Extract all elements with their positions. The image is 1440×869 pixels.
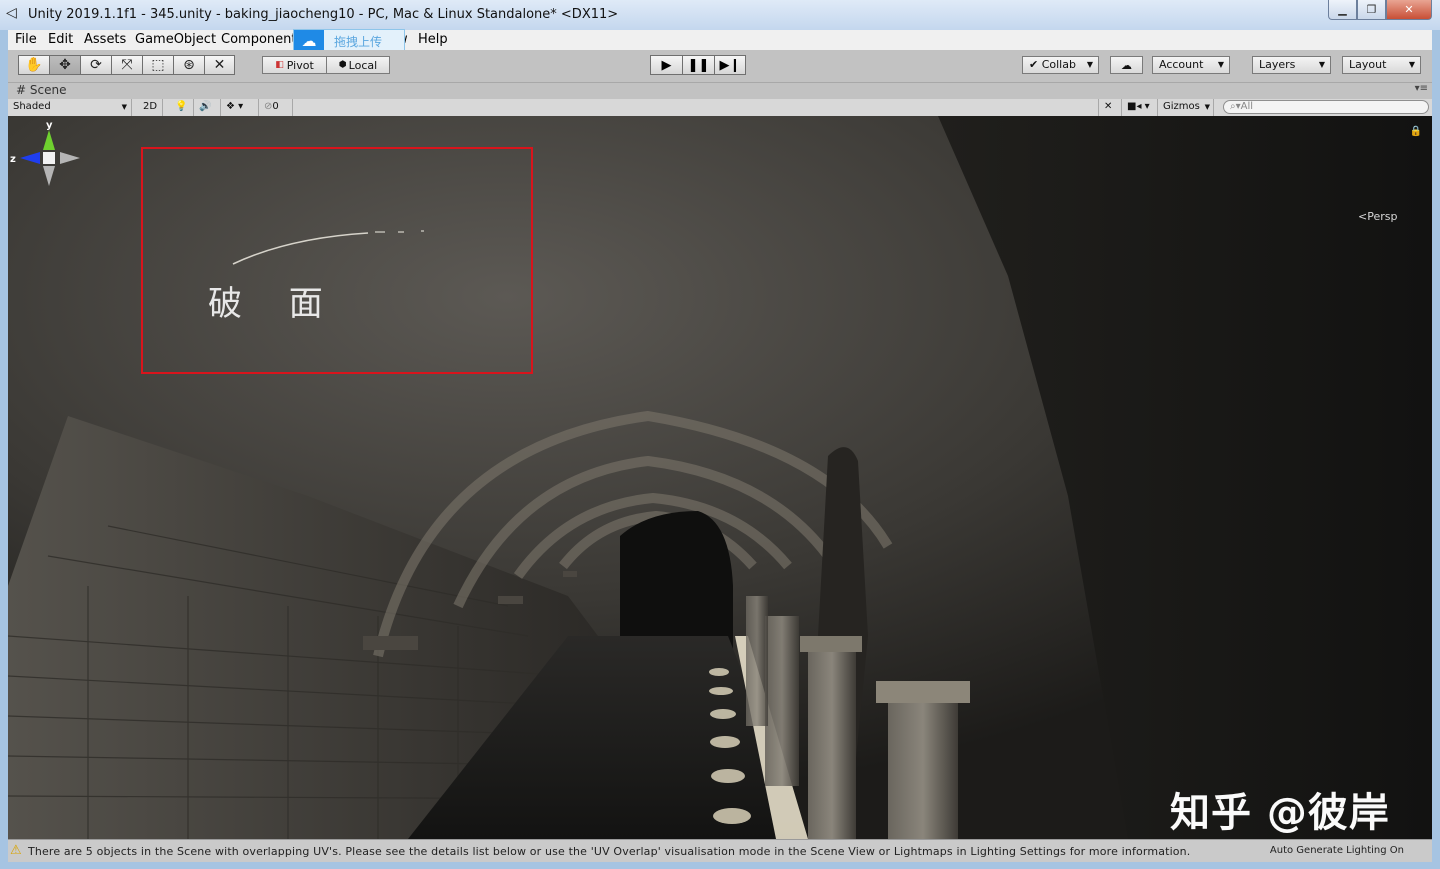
account-label: Account bbox=[1159, 58, 1204, 71]
local-toggle[interactable]: ⬢ Local bbox=[326, 56, 390, 74]
scene-viewport[interactable]: 破 面 y z 🔒 <Persp 知乎 @彼岸 bbox=[8, 116, 1432, 839]
annotation-box bbox=[141, 147, 533, 374]
warning-icon: ⚠ bbox=[10, 843, 22, 858]
scene-toolbar: Shaded ▼ 2D 💡 🔊 ❖ ▾ ⊘0 ✕ ■◂ ▾ Gizmos ▼ ⌕… bbox=[8, 99, 1432, 117]
shading-mode-dropdown[interactable]: Shaded ▼ bbox=[8, 99, 132, 116]
watermark: 知乎 @彼岸 bbox=[1170, 790, 1390, 836]
layout-label: Layout bbox=[1349, 58, 1387, 71]
dropdown-arrow-icon: ▼ bbox=[1318, 60, 1325, 69]
layers-label: Layers bbox=[1259, 58, 1296, 71]
gizmo-y-axis[interactable] bbox=[43, 130, 55, 150]
hidden-count: 0 bbox=[272, 101, 279, 112]
scale-tool-icon[interactable]: ⤧ bbox=[111, 55, 142, 75]
scene-search-placeholder: All bbox=[1240, 101, 1254, 112]
account-dropdown[interactable]: Account ▼ bbox=[1152, 56, 1230, 74]
tab-menu-icon[interactable]: ▾≡ bbox=[1415, 83, 1428, 94]
camera-dropdown-icon[interactable]: ■◂ ▾ bbox=[1122, 99, 1158, 116]
move-tool-icon[interactable]: ✥ bbox=[49, 55, 80, 75]
local-icon: ⬢ bbox=[338, 60, 347, 70]
dropdown-arrow-icon: ▼ bbox=[1086, 60, 1093, 69]
checkmark-icon: ✔ bbox=[1029, 58, 1039, 71]
scene-tab-label: Scene bbox=[29, 83, 67, 97]
rect-tool-icon[interactable]: ⬚ bbox=[142, 55, 173, 75]
menu-edit[interactable]: Edit bbox=[48, 32, 73, 47]
collab-label: Collab bbox=[1041, 58, 1076, 71]
scene-grid-icon: # bbox=[16, 83, 27, 97]
play-controls: ▶ ❚❚ ▶❙ bbox=[650, 55, 746, 75]
audio-toggle-icon[interactable]: 🔊 bbox=[194, 99, 221, 116]
play-icon[interactable]: ▶ bbox=[650, 55, 682, 75]
menu-file[interactable]: File bbox=[15, 32, 37, 47]
search-icon: ⌕▾ bbox=[1230, 101, 1241, 112]
lock-icon[interactable]: 🔒 bbox=[1410, 126, 1422, 137]
gizmos-label: Gizmos bbox=[1163, 101, 1200, 112]
menu-component[interactable]: Component bbox=[221, 32, 296, 47]
hand-tool-icon[interactable]: ✋ bbox=[18, 55, 49, 75]
close-button[interactable]: ✕ bbox=[1386, 0, 1432, 20]
gizmo-center[interactable] bbox=[43, 152, 55, 164]
layers-dropdown[interactable]: Layers ▼ bbox=[1252, 56, 1331, 74]
projection-toggle[interactable]: <Persp bbox=[1358, 210, 1397, 223]
minimize-button[interactable]: ▁ bbox=[1328, 0, 1357, 20]
lighting-toggle-icon[interactable]: 💡 bbox=[170, 99, 194, 116]
menu-assets[interactable]: Assets bbox=[84, 32, 126, 47]
projection-label: Persp bbox=[1367, 210, 1398, 223]
pivot-icon: ◧ bbox=[275, 60, 284, 70]
scene-search-input[interactable]: ⌕▾All bbox=[1223, 100, 1429, 114]
menu-help[interactable]: Help bbox=[418, 32, 448, 47]
annotation-label: 破 面 bbox=[208, 284, 341, 324]
cloud-icon: ☁ bbox=[1121, 58, 1132, 72]
unity-logo-icon: ◁ bbox=[6, 5, 17, 21]
toggle-2d-button[interactable]: 2D bbox=[138, 99, 163, 116]
transform-tools: ✋ ✥ ⟳ ⤧ ⬚ ⊛ ✕ bbox=[18, 55, 235, 75]
dropdown-arrow-icon: ▼ bbox=[1204, 103, 1210, 111]
main-toolbar: ✋ ✥ ⟳ ⤧ ⬚ ⊛ ✕ ◧ Pivot ⬢ Local ▶ ❚❚ ▶❙ ✔ … bbox=[8, 50, 1432, 83]
gizmos-dropdown[interactable]: Gizmos ▼ bbox=[1158, 99, 1214, 116]
orientation-gizmo[interactable]: y z bbox=[8, 116, 88, 216]
gizmo-neg-x-axis[interactable] bbox=[60, 152, 80, 164]
perspective-icon: < bbox=[1358, 210, 1368, 223]
auto-lighting-status: Auto Generate Lighting On bbox=[1269, 845, 1404, 856]
window-title-bar: ◁ Unity 2019.1.1f1 - 345.unity - baking_… bbox=[0, 0, 1440, 30]
collab-dropdown[interactable]: ✔ Collab ▼ bbox=[1022, 56, 1099, 74]
menu-gameobject[interactable]: GameObject bbox=[135, 32, 216, 47]
window-title: Unity 2019.1.1f1 - 345.unity - baking_ji… bbox=[28, 7, 619, 22]
gizmo-neg-y-axis[interactable] bbox=[43, 166, 55, 186]
pivot-label: Pivot bbox=[286, 58, 314, 72]
local-label: Local bbox=[348, 58, 378, 72]
effects-dropdown-icon[interactable]: ❖ ▾ bbox=[221, 99, 259, 116]
dropdown-arrow-icon: ▼ bbox=[121, 103, 127, 111]
gizmo-y-label: y bbox=[46, 120, 53, 131]
step-icon[interactable]: ▶❙ bbox=[714, 55, 746, 75]
custom-tool-icon[interactable]: ✕ bbox=[204, 55, 235, 75]
upload-popup-label: 拖拽上传 bbox=[334, 35, 383, 49]
layout-dropdown[interactable]: Layout ▼ bbox=[1342, 56, 1421, 74]
status-message[interactable]: There are 5 objects in the Scene with ov… bbox=[28, 845, 1190, 858]
scene-tab[interactable]: # Scene ▾≡ bbox=[8, 83, 1432, 99]
pause-icon[interactable]: ❚❚ bbox=[682, 55, 714, 75]
cloud-button[interactable]: ☁ bbox=[1110, 56, 1143, 74]
baidu-cloud-icon: ☁ bbox=[294, 30, 324, 52]
transform-tool-icon[interactable]: ⊛ bbox=[173, 55, 204, 75]
gizmo-z-axis[interactable] bbox=[20, 152, 40, 164]
pivot-toggle[interactable]: ◧ Pivot bbox=[262, 56, 327, 74]
maximize-button[interactable]: ❐ bbox=[1357, 0, 1386, 20]
rotate-tool-icon[interactable]: ⟳ bbox=[80, 55, 111, 75]
menu-bar: File Edit Assets GameObject Component w … bbox=[8, 29, 1432, 53]
dropdown-arrow-icon: ▼ bbox=[1408, 60, 1415, 69]
status-bar[interactable]: ⚠ There are 5 objects in the Scene with … bbox=[8, 839, 1432, 862]
hidden-objects-toggle[interactable]: ⊘0 bbox=[259, 99, 293, 116]
shading-mode-label: Shaded bbox=[13, 101, 51, 112]
dropdown-arrow-icon: ▼ bbox=[1217, 60, 1224, 69]
scene-tools-icon[interactable]: ✕ bbox=[1098, 99, 1122, 116]
gizmo-z-label: z bbox=[10, 154, 16, 165]
